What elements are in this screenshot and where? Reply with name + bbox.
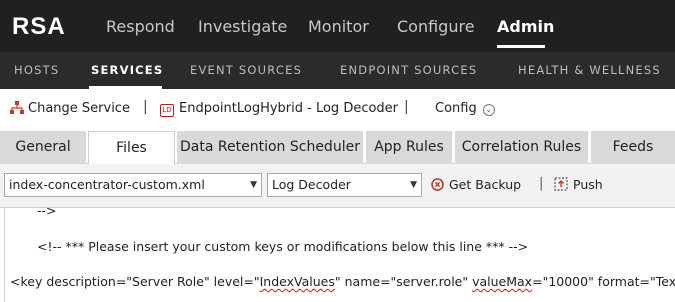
config-label: Config	[435, 101, 477, 116]
config-dropdown[interactable]: Config ⌄	[435, 101, 495, 116]
editor-line: -->	[37, 203, 57, 218]
subnav-event-sources[interactable]: EVENT SOURCES	[190, 63, 302, 77]
spellcheck-word: IndexValues	[259, 274, 335, 289]
service-select-value: Log Decoder	[272, 177, 351, 192]
file-editor[interactable]: --> <!-- *** Please insert your custom k…	[4, 203, 675, 302]
subnav-health-wellness[interactable]: HEALTH & WELLNESS	[518, 63, 661, 77]
active-nav-indicator	[497, 45, 545, 48]
chevron-down-icon: ⌄	[482, 104, 495, 116]
tab-files[interactable]: Files	[88, 131, 175, 165]
subnav-hosts[interactable]: HOSTS	[14, 63, 59, 77]
get-backup-label: Get Backup	[449, 177, 522, 192]
spellcheck-word: valueMax	[472, 274, 533, 289]
tab-bar: General Files Data Retention Scheduler A…	[0, 129, 675, 165]
log-decoder-badge-icon: LD	[160, 104, 174, 117]
separator: |	[143, 99, 148, 115]
key-text: " name="server.role"	[334, 274, 473, 289]
change-service-button[interactable]: Change Service	[10, 101, 130, 118]
separator: |	[404, 99, 409, 115]
key-text: <key description="Server Role" level="	[10, 274, 260, 289]
service-name[interactable]: LD EndpointLogHybrid - Log Decoder	[160, 101, 398, 117]
get-backup-button[interactable]: Get Backup	[431, 177, 521, 194]
subnav-endpoint-sources[interactable]: ENDPOINT SOURCES	[340, 63, 477, 77]
tab-data-retention-scheduler[interactable]: Data Retention Scheduler	[177, 131, 363, 164]
push-button[interactable]: Push	[554, 177, 603, 194]
nav-respond[interactable]: Respond	[106, 17, 175, 36]
file-select[interactable]: index-concentrator-custom.xml ▼	[4, 173, 262, 197]
admin-subnav: HOSTS SERVICES EVENT SOURCES ENDPOINT SO…	[0, 52, 675, 89]
service-bar: Change Service | LD EndpointLogHybrid - L…	[0, 89, 675, 129]
tab-general[interactable]: General	[0, 131, 86, 164]
nav-configure[interactable]: Configure	[397, 17, 475, 36]
top-header: RSA Respond Investigate Monitor Configur…	[0, 0, 675, 52]
push-label: Push	[573, 177, 603, 192]
backup-icon	[431, 178, 444, 194]
nav-admin[interactable]: Admin	[497, 17, 554, 36]
toolbar-separator: |	[539, 176, 544, 191]
key-text: ="10000" format="Text"/>	[532, 274, 675, 289]
file-select-value: index-concentrator-custom.xml	[9, 177, 205, 192]
chevron-down-icon: ▼	[250, 180, 257, 190]
tab-app-rules[interactable]: App Rules	[366, 131, 452, 164]
change-service-label: Change Service	[28, 101, 130, 116]
nav-monitor[interactable]: Monitor	[308, 17, 369, 36]
nav-investigate[interactable]: Investigate	[198, 17, 287, 36]
rsa-logo[interactable]: RSA	[12, 13, 66, 41]
service-select[interactable]: Log Decoder ▼	[267, 173, 422, 197]
tab-correlation-rules[interactable]: Correlation Rules	[455, 131, 588, 164]
chevron-down-icon: ▼	[410, 180, 417, 190]
subnav-services[interactable]: SERVICES	[91, 63, 163, 77]
editor-line: <!-- *** Please insert your custom keys …	[37, 239, 529, 254]
hierarchy-icon	[10, 101, 24, 118]
tab-feeds[interactable]: Feeds	[591, 131, 675, 164]
files-toolbar: index-concentrator-custom.xml ▼ Log Deco…	[0, 164, 675, 208]
service-name-label: EndpointLogHybrid - Log Decoder	[179, 101, 399, 116]
editor-key-line: <key description="Server Role" level="In…	[10, 274, 675, 289]
push-icon	[554, 177, 568, 194]
